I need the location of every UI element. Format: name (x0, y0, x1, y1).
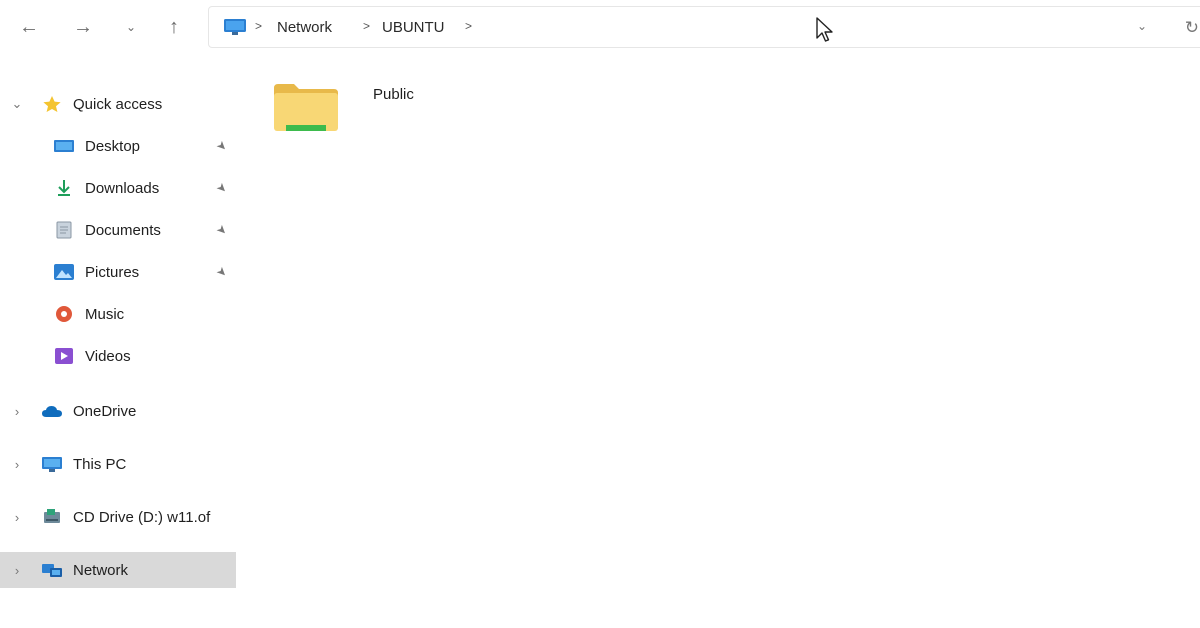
breadcrumb-separator: > (255, 19, 263, 33)
pin-icon: ➤ (213, 263, 231, 281)
address-history-dropdown[interactable]: ⌄ (1137, 19, 1147, 33)
mouse-cursor-icon (816, 17, 833, 42)
sidebar-item-videos[interactable]: Videos (0, 338, 236, 374)
pictures-icon (54, 264, 74, 280)
document-icon (56, 221, 72, 239)
chevron-right-icon[interactable]: › (10, 563, 24, 578)
folder-name: Public (373, 86, 414, 103)
navigation-pane: ⌄ Quick access Desktop ➤ Downloads ➤ Doc… (0, 56, 240, 628)
sidebar-item-this-pc[interactable]: › This PC (0, 446, 236, 482)
up-button[interactable]: ↑ (159, 12, 189, 42)
cloud-icon (42, 406, 62, 417)
arrow-right-icon: → (73, 15, 93, 38)
sidebar-item-music[interactable]: Music (0, 296, 236, 332)
sidebar-item-cd-drive[interactable]: › CD Drive (D:) w11.of (0, 499, 236, 535)
recent-locations-button[interactable]: ⌄ (116, 12, 146, 42)
arrow-left-icon: ← (19, 15, 39, 38)
music-icon (56, 306, 72, 322)
monitor-icon (224, 19, 246, 35)
chevron-right-icon[interactable]: › (10, 510, 24, 525)
sidebar-item-label: Music (85, 305, 125, 323)
sidebar-item-quick-access[interactable]: ⌄ Quick access (0, 86, 236, 122)
sidebar-item-label: Desktop (85, 137, 141, 155)
forward-button[interactable]: → (68, 12, 98, 42)
video-icon (55, 348, 73, 364)
cd-drive-icon (44, 509, 60, 523)
sidebar-item-downloads[interactable]: Downloads ➤ (0, 170, 236, 206)
breadcrumb-network[interactable]: Network (277, 19, 332, 36)
sidebar-item-pictures[interactable]: Pictures ➤ (0, 254, 236, 290)
chevron-down-icon[interactable]: ⌄ (10, 96, 24, 112)
breadcrumb-ubuntu[interactable]: UBUNTU (382, 19, 445, 36)
pin-icon: ➤ (213, 179, 231, 197)
refresh-icon[interactable]: ↻ (1185, 18, 1199, 38)
file-list: Public (250, 60, 1200, 628)
download-icon (58, 180, 70, 196)
chevron-right-icon[interactable]: › (10, 404, 24, 419)
back-button[interactable]: ← (14, 12, 44, 42)
star-icon (43, 96, 61, 112)
pin-icon: ➤ (213, 221, 231, 239)
sidebar-item-label: OneDrive (73, 402, 137, 420)
sidebar-item-label: This PC (73, 455, 127, 473)
sidebar-item-label: CD Drive (D:) w11.of (73, 508, 211, 526)
sidebar-item-label: Network (73, 561, 129, 579)
address-bar[interactable]: > Network > UBUNTU > ⌄ ↻ (208, 6, 1200, 48)
arrow-up-icon: ↑ (169, 15, 179, 38)
sidebar-item-label: Pictures (85, 263, 140, 281)
folder-item-public[interactable]: Public (272, 80, 472, 150)
desktop-icon (54, 140, 74, 152)
sidebar-item-label: Quick access (73, 95, 163, 113)
sidebar-item-documents[interactable]: Documents ➤ (0, 212, 236, 248)
chevron-down-icon: ⌄ (125, 20, 137, 34)
network-icon (42, 564, 62, 577)
sidebar-item-label: Downloads (85, 179, 160, 197)
monitor-icon (42, 457, 62, 472)
sidebar-item-label: Videos (85, 347, 131, 365)
sidebar-item-onedrive[interactable]: › OneDrive (0, 393, 236, 429)
breadcrumb-separator[interactable]: > (363, 19, 370, 33)
sidebar-item-label: Documents (85, 221, 161, 239)
navigation-bar: ← → ⌄ ↑ > Network > UBUNTU > ⌄ ↻ (0, 0, 1200, 56)
sidebar-item-desktop[interactable]: Desktop ➤ (0, 128, 236, 164)
folder-icon (274, 84, 338, 131)
chevron-right-icon[interactable]: › (10, 457, 24, 472)
sidebar-item-network[interactable]: › Network (0, 552, 236, 588)
pin-icon: ➤ (213, 137, 231, 155)
breadcrumb-separator[interactable]: > (465, 19, 472, 33)
